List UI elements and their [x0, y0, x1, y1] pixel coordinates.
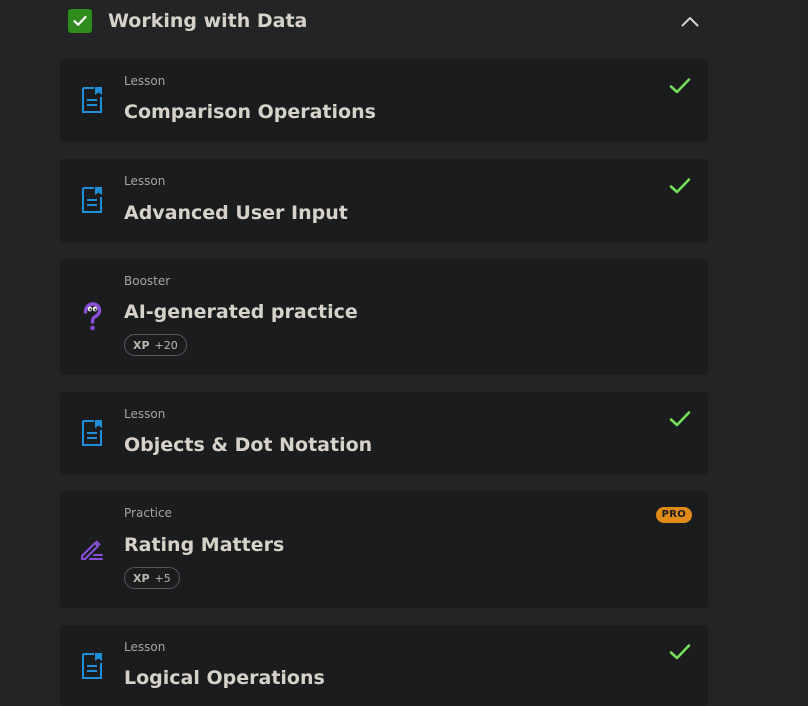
question-mark-icon: [78, 301, 106, 333]
section-title: Working with Data: [108, 10, 308, 32]
card-title: Comparison Operations: [124, 101, 376, 123]
section-header[interactable]: Working with Data: [60, 0, 708, 42]
course-section: Working with Data Lesson Comparison Oper…: [0, 0, 808, 706]
xp-label: XP: [133, 338, 150, 352]
card-type-label: Lesson: [124, 74, 166, 88]
lesson-card-advanced-user-input[interactable]: Lesson Advanced User Input: [60, 159, 708, 242]
card-title: Advanced User Input: [124, 202, 348, 224]
card-title: AI-generated practice: [124, 301, 358, 323]
completed-check-icon: [668, 175, 692, 197]
xp-badge: XP +5: [124, 567, 180, 589]
xp-badge: XP +20: [124, 334, 187, 356]
pencil-edit-icon: [78, 533, 106, 565]
completed-check-icon: [668, 75, 692, 97]
lesson-card-logical-operations[interactable]: Lesson Logical Operations: [60, 625, 708, 706]
card-type-label: Lesson: [124, 407, 166, 421]
xp-value: +5: [154, 571, 171, 585]
lesson-document-icon: [78, 417, 106, 449]
card-title: Logical Operations: [124, 667, 325, 689]
card-title: Objects & Dot Notation: [124, 434, 373, 456]
xp-value: +20: [154, 338, 178, 352]
pro-badge: PRO: [655, 507, 692, 523]
card-type-label: Lesson: [124, 174, 166, 188]
completed-check-icon: [668, 641, 692, 663]
practice-card-rating-matters[interactable]: Practice Rating Matters PRO XP +5: [60, 491, 708, 608]
completed-check-icon: [668, 408, 692, 430]
lesson-card-objects-dot-notation[interactable]: Lesson Objects & Dot Notation: [60, 392, 708, 474]
lesson-document-icon: [78, 650, 106, 682]
lesson-document-icon: [78, 184, 106, 216]
xp-label: XP: [133, 571, 150, 585]
lesson-card-comparison-operations[interactable]: Lesson Comparison Operations: [60, 59, 708, 142]
card-type-label: Lesson: [124, 640, 166, 654]
lesson-document-icon: [78, 84, 106, 116]
card-type-label: Booster: [124, 274, 171, 288]
card-title: Rating Matters: [124, 534, 285, 556]
checkbox-checked-icon: [68, 9, 92, 33]
card-type-label: Practice: [124, 506, 172, 520]
booster-card-ai-generated-practice[interactable]: Booster AI-generated practice XP +20: [60, 259, 708, 375]
chevron-up-icon[interactable]: [678, 10, 702, 32]
